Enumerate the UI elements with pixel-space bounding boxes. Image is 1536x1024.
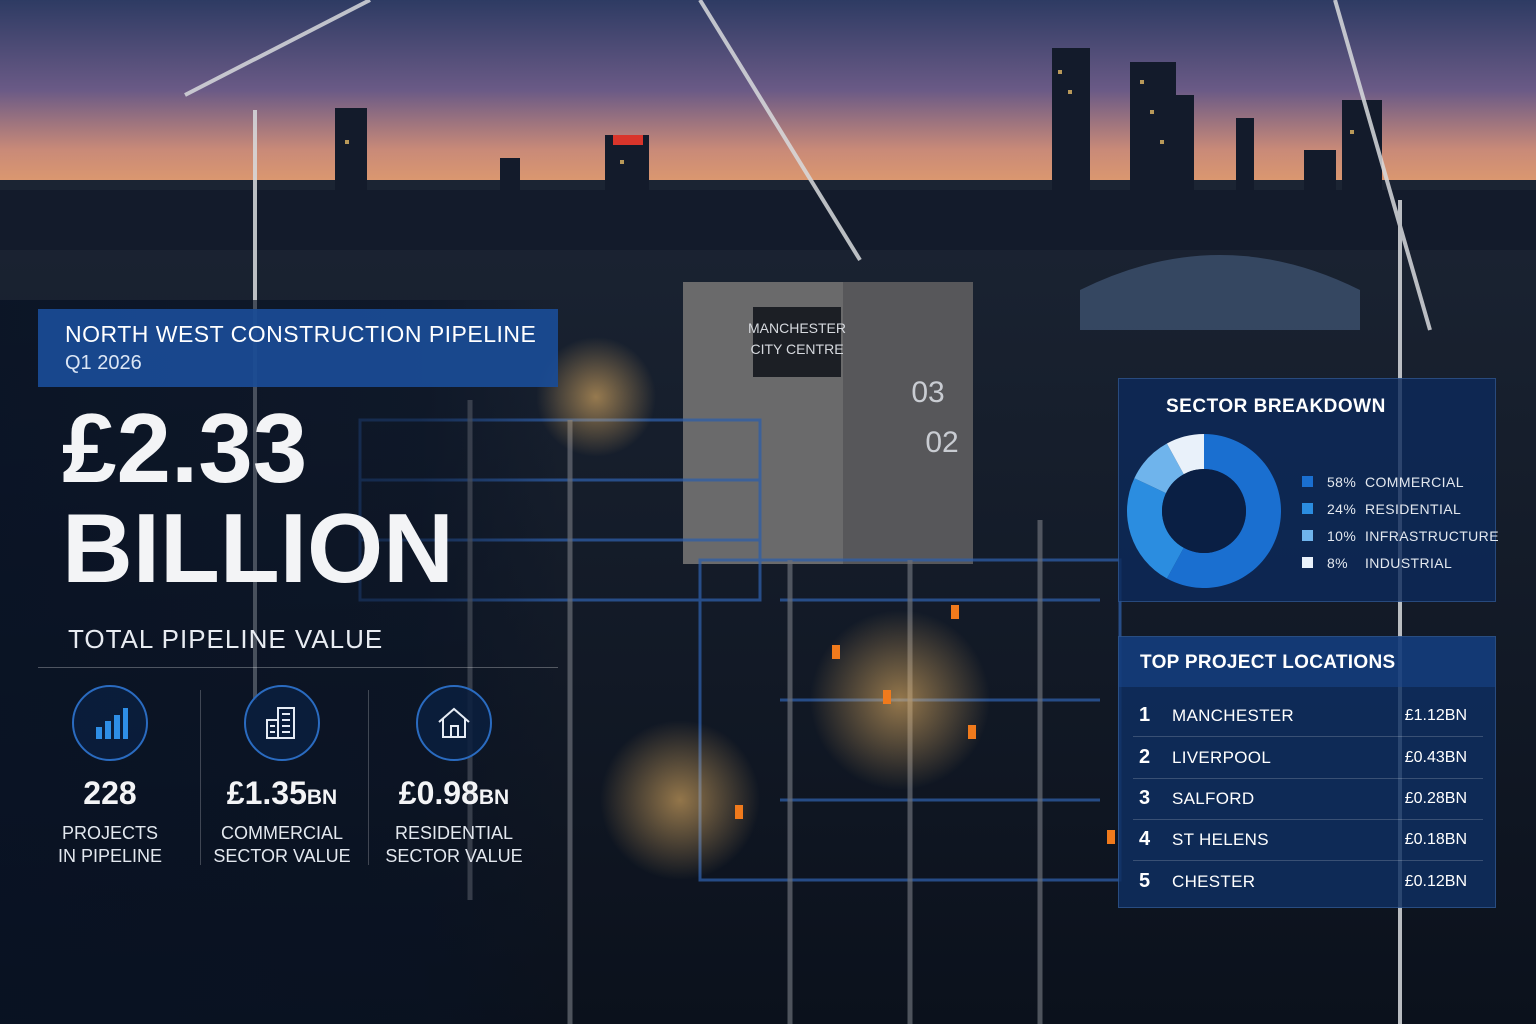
legend-swatch — [1302, 557, 1313, 568]
location-value: £0.12BN — [1404, 872, 1467, 890]
location-row: 4 ST HELENS £0.18BN — [1119, 819, 1495, 860]
location-rank: 2 — [1139, 746, 1151, 768]
location-value: £0.43BN — [1404, 748, 1467, 766]
stat-commercial-value: £1.35BN — [226, 775, 338, 811]
legend-item-commercial: 58% COMMERCIAL — [1302, 468, 1499, 495]
sector-breakdown-panel: SECTOR BREAKDOWN 58% COMMERCIAL 24% RESIDEN… — [1118, 378, 1499, 602]
location-rank: 3 — [1139, 787, 1151, 809]
location-rank: 4 — [1139, 828, 1151, 850]
location-value: £1.12BN — [1404, 706, 1467, 724]
legend-swatch — [1302, 530, 1313, 541]
location-name: CHESTER — [1172, 871, 1256, 891]
legend-label: COMMERCIAL — [1365, 473, 1464, 490]
location-row: 2 LIVERPOOL £0.43BN — [1119, 737, 1495, 778]
legend-item-industrial: 8% INDUSTRIAL — [1302, 549, 1499, 576]
legend-swatch — [1302, 476, 1313, 487]
total-value-label: TOTAL PIPELINE VALUE — [68, 624, 384, 654]
legend-label: INDUSTRIAL — [1365, 554, 1453, 571]
building-sign-line1: MANCHESTER — [748, 320, 846, 336]
report-title: NORTH WEST CONSTRUCTION PIPELINE — [65, 321, 537, 347]
location-row: 5 CHESTER £0.12BN — [1119, 861, 1495, 902]
location-row: 1 MANCHESTER £1.12BN — [1119, 695, 1495, 736]
sector-legend: 58% COMMERCIAL 24% RESIDENTIAL 10% INFRASTRUC… — [1302, 468, 1499, 576]
building-icon — [244, 685, 320, 761]
location-rank: 1 — [1139, 704, 1151, 726]
legend-value: 8% — [1327, 554, 1349, 571]
stat-projects-value: 228 — [83, 775, 137, 811]
total-value-amount: £2.33 — [62, 393, 308, 503]
divider-line — [38, 667, 558, 668]
stat-commercial: £1.35BN COMMERCIAL SECTOR VALUE — [197, 685, 367, 868]
location-name: MANCHESTER — [1172, 705, 1295, 725]
legend-swatch — [1302, 503, 1313, 514]
floor-marker-upper: 03 — [911, 376, 944, 409]
legend-item-residential: 24% RESIDENTIAL — [1302, 495, 1499, 522]
location-value: £0.28BN — [1404, 789, 1467, 807]
report-period: Q1 2026 — [65, 352, 142, 374]
stat-commercial-label: COMMERCIAL SECTOR VALUE — [213, 823, 351, 866]
stat-projects-label: PROJECTS IN PIPELINE — [57, 823, 163, 866]
legend-item-infrastructure: 10% INFRASTRUCTURE — [1302, 522, 1499, 549]
legend-label: INFRASTRUCTURE — [1365, 527, 1499, 544]
report-title-banner: NORTH WEST CONSTRUCTION PIPELINE Q1 2026 — [38, 309, 558, 387]
legend-label: RESIDENTIAL — [1365, 500, 1462, 517]
location-name: SALFORD — [1172, 788, 1255, 808]
stat-residential-value: £0.98BN — [398, 775, 510, 811]
bar-chart-icon — [72, 685, 148, 761]
total-value-unit: BILLION — [62, 493, 454, 603]
house-icon — [416, 685, 492, 761]
legend-value: 24% — [1327, 500, 1357, 517]
floor-marker-lower: 02 — [925, 426, 958, 459]
location-name: LIVERPOOL — [1172, 747, 1272, 767]
stat-residential-label: RESIDENTIAL SECTOR VALUE — [385, 823, 523, 866]
stat-residential: £0.98BN RESIDENTIAL SECTOR VALUE — [369, 685, 539, 868]
legend-value: 58% — [1327, 473, 1357, 490]
sector-breakdown-title: SECTOR BREAKDOWN — [1166, 396, 1386, 417]
location-value: £0.18BN — [1404, 830, 1467, 848]
stat-projects: 228 PROJECTS IN PIPELINE — [25, 685, 195, 868]
building-sign-line2: CITY CENTRE — [750, 341, 843, 357]
location-rank: 5 — [1139, 870, 1151, 892]
location-row: 3 SALFORD £0.28BN — [1119, 778, 1495, 819]
legend-value: 10% — [1327, 527, 1357, 544]
top-locations-title: TOP PROJECT LOCATIONS — [1119, 637, 1495, 687]
total-pipeline-value: £2.33 BILLION — [62, 398, 454, 598]
sector-donut-chart — [1127, 434, 1281, 588]
donut-hole — [1162, 469, 1246, 553]
location-name: ST HELENS — [1172, 829, 1269, 849]
top-locations-panel: TOP PROJECT LOCATIONS 1 MANCHESTER £1.12BN… — [1118, 636, 1496, 908]
